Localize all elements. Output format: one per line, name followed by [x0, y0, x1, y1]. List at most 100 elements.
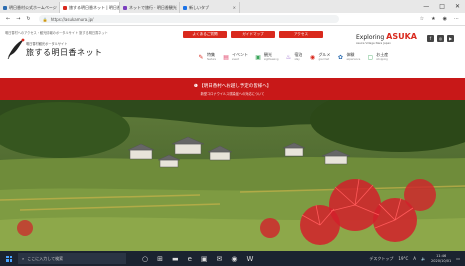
extension-icon[interactable]: ★ [431, 16, 435, 22]
nav-item[interactable]: ✿ 体験 experience [336, 52, 361, 62]
back-icon[interactable]: ← [6, 16, 10, 22]
notice-banner[interactable]: ❶ 【明日香村へお越し予定の皆様へ】 新型コロナウイルス感染症への対応について [0, 78, 465, 100]
youtube-icon[interactable]: ▶ [447, 35, 454, 42]
tab-favicon-icon [123, 5, 127, 10]
close-window-icon[interactable]: ✕ [455, 3, 460, 10]
reload-icon[interactable]: ↻ [26, 16, 30, 22]
taskbar-search-box[interactable]: ⌕ ここに入力して検索 [18, 253, 126, 264]
nav-item-icon: ✎ [198, 54, 204, 61]
address-bar-row: ← → ↻ 🔒 https://asukamura.jp/ ☆ ★ ◉ ⋯ [0, 13, 465, 26]
sns-links: f ◎ ▶ [427, 35, 454, 42]
nav-item-icon: ▤ [223, 54, 229, 61]
tab-favicon-icon [3, 5, 7, 10]
tab-label: 明日香村公式ホームページ [9, 4, 57, 10]
taskbar-search-placeholder: ここに入力して検索 [27, 255, 64, 261]
cortana-icon[interactable]: ○ [142, 255, 148, 263]
notice-subtitle: 新型コロナウイルス感染症への対応について [200, 92, 265, 96]
nav-item-icon: ◉ [309, 54, 316, 61]
menu-icon[interactable]: ⋯ [454, 16, 459, 22]
access-button[interactable]: アクセス [279, 31, 323, 38]
nav-item-text: 特集 feature [207, 52, 217, 62]
forward-icon[interactable]: → [16, 16, 20, 22]
volume-icon[interactable]: 🔈 [421, 256, 426, 261]
main-navigation: ✎ 特集 feature ▤ イベント event ▣ 観光 sightseeing ♨ 宿泊 sta… [197, 52, 388, 62]
site-logo[interactable]: 明日香村観光ポータルサイト 旅する明日香ネット [7, 38, 103, 59]
nav-item[interactable]: ◉ グルメ gourmet [308, 52, 331, 62]
hero-landscape-image [0, 100, 465, 251]
nav-item[interactable]: ▤ イベント event [222, 52, 248, 62]
browser-tab[interactable]: 旅する明日香ネット | 明日香村× [60, 2, 120, 13]
store-icon[interactable]: ▣ [201, 255, 208, 263]
edge-icon[interactable]: e [188, 255, 192, 263]
nav-item[interactable]: ♨ 宿泊 stay [284, 52, 303, 62]
nav-item-sublabel: shopping [376, 57, 388, 61]
notice-title: 【明日香村へお越し予定の皆様へ】 [199, 84, 272, 89]
system-tray: デスクトップ 19°C A 🔈 11:46 2020/10/01 ▭ [369, 254, 465, 263]
brand-name: ASUKA [386, 32, 417, 41]
tab-favicon-icon [63, 5, 67, 10]
chrome-icon[interactable]: ◉ [231, 255, 237, 263]
search-icon: ⌕ [22, 256, 25, 261]
nav-item[interactable]: ▢ お土産 shopping [366, 52, 388, 62]
nav-item-text: 体験 experience [346, 52, 361, 62]
tray-desktop-label[interactable]: デスクトップ [369, 256, 393, 262]
faq-button[interactable]: よくあるご質問 [183, 31, 227, 38]
bookmark-star-icon[interactable]: ☆ [420, 16, 424, 22]
nav-item-text: グルメ gourmet [318, 52, 330, 62]
taskbar-clock[interactable]: 11:46 2020/10/01 [431, 254, 451, 263]
brand-subtitle: Asuka Village Nara Japan [356, 41, 391, 45]
browser-nav: ← → ↻ [0, 16, 31, 22]
word-icon[interactable]: W [247, 255, 254, 263]
nav-item-icon: ▢ [367, 54, 374, 61]
profile-icon[interactable]: ◉ [443, 16, 447, 22]
browser-tab[interactable]: ネットで旅行 · 明日香観光× [120, 2, 180, 13]
tab-label: 旅する明日香ネット | 明日香村 [69, 4, 120, 10]
ime-indicator[interactable]: A [413, 256, 416, 261]
file-explorer-icon[interactable]: ▬ [172, 255, 179, 263]
info-icon: ❶ [193, 84, 198, 89]
nav-item-sublabel: stay [294, 57, 300, 61]
url-text: https://asukamura.jp/ [50, 16, 94, 22]
crane-logo-icon [7, 38, 25, 59]
start-windows-icon[interactable] [4, 254, 14, 264]
site-header: 明日香村へのアクセス・観光情報のポータルサイト 旅する明日香ネット 明日香村観光… [0, 27, 465, 77]
hero-photo [0, 100, 465, 251]
guidemap-button[interactable]: ガイドマップ [231, 31, 275, 38]
notification-icon[interactable]: ▭ [456, 256, 460, 261]
maximize-icon[interactable]: □ [439, 3, 445, 10]
facebook-icon[interactable]: f [427, 35, 434, 42]
nav-item[interactable]: ✎ 特集 feature [197, 52, 217, 62]
browser-toolbar-right: ☆ ★ ◉ ⋯ [420, 16, 465, 22]
tab-strip: 明日香村公式ホームページ×旅する明日香ネット | 明日香村×ネットで旅行 · 明… [0, 0, 240, 13]
nav-item-icon: ▣ [255, 54, 261, 61]
browser-tab[interactable]: 明日香村公式ホームページ× [0, 2, 60, 13]
instagram-icon[interactable]: ◎ [437, 35, 444, 42]
clock-date: 2020/10/01 [431, 258, 452, 263]
nav-item-text: 宿泊 stay [294, 52, 302, 62]
task-view-icon[interactable]: ⊞ [157, 255, 163, 263]
url-field[interactable]: 🔒 https://asukamura.jp/ [38, 15, 339, 23]
browser-tab[interactable]: 新しいタブ × [180, 2, 240, 13]
nav-item-sublabel: event [232, 57, 240, 61]
windows-taskbar: ⌕ ここに入力して検索 ○ ⊞ ▬ e ▣ ✉ ◉ W デスクトップ 19°C … [0, 251, 465, 266]
exploring-asuka-brand[interactable]: Exploring ASUKA Asuka Village Nara Japan [356, 32, 417, 45]
nav-item[interactable]: ▣ 観光 sightseeing [254, 52, 278, 62]
nav-item-text: イベント event [232, 52, 248, 62]
minimize-icon[interactable]: — [423, 3, 429, 10]
nav-item-sublabel: feature [207, 57, 217, 61]
nav-item-sublabel: gourmet [318, 57, 330, 61]
lock-icon: 🔒 [42, 16, 48, 22]
tab-label: ネットで旅行 · 明日香観光 [129, 4, 177, 10]
nav-item-text: 観光 sightseeing [264, 52, 278, 62]
weather-label[interactable]: 19°C [398, 256, 408, 261]
site-tagline: 明日香村へのアクセス・観光情報のポータルサイト 旅する明日香ネット [5, 31, 108, 35]
nav-item-text: お土産 shopping [376, 52, 388, 62]
mail-icon[interactable]: ✉ [217, 255, 223, 263]
header-red-buttons: よくあるご質問 ガイドマップ アクセス [183, 31, 323, 38]
window-controls: — □ ✕ [423, 3, 465, 10]
brand-prefix: Exploring [356, 34, 385, 41]
nav-item-sublabel: experience [346, 57, 361, 61]
browser-tab-bar: 明日香村公式ホームページ×旅する明日香ネット | 明日香村×ネットで旅行 · 明… [0, 0, 465, 13]
tab-label: 新しいタブ [189, 4, 209, 10]
tab-close-icon[interactable]: × [233, 5, 236, 10]
